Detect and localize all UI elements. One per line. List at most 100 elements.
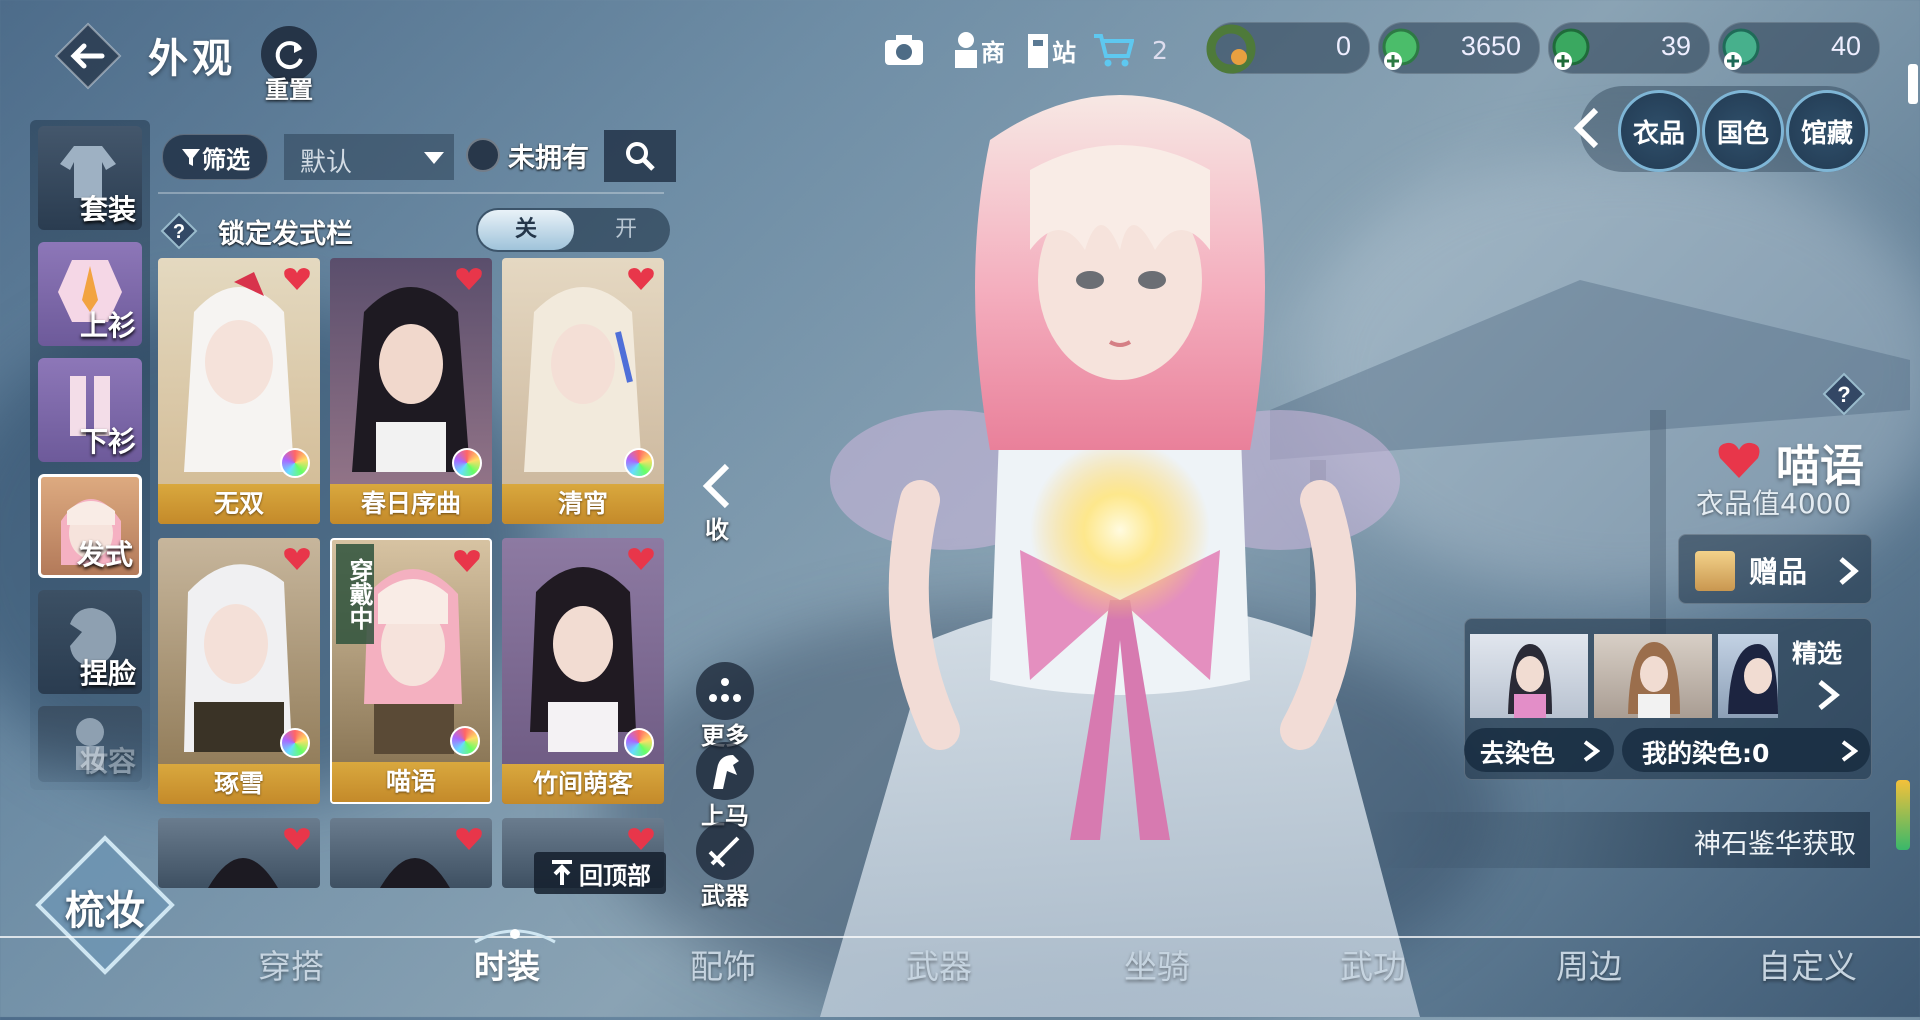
nav-custom[interactable]: 自定义 [1758, 940, 1857, 988]
source-label: 神石鉴华获取 [1694, 829, 1856, 860]
item-card[interactable]: 清宵 [502, 258, 664, 524]
help-icon: ? [1822, 372, 1866, 416]
category-makeup[interactable]: 妆容 [38, 706, 142, 782]
dye-badge-icon [624, 448, 654, 478]
item-name: 无双 [158, 484, 320, 524]
station-button[interactable]: 站 [1020, 22, 1080, 78]
category-face[interactable]: 捏脸 [38, 590, 142, 694]
lock-off-option[interactable]: 关 [478, 210, 574, 250]
lock-on-option[interactable]: 开 [586, 210, 666, 250]
item-name: 琢雪 [158, 764, 320, 804]
cart-count: 2 [1152, 35, 1168, 65]
featured-thumb[interactable] [1594, 634, 1712, 718]
nav-martial-arts[interactable]: 武功 [1340, 940, 1406, 988]
featured-more-button[interactable]: 精选 [1778, 624, 1870, 728]
nav-outfit[interactable]: 穿搭 [258, 940, 324, 988]
favorite-heart-icon[interactable] [452, 548, 482, 574]
camera-button[interactable] [882, 22, 926, 78]
more-button[interactable]: 更多 [694, 662, 756, 751]
edge-marker [1908, 64, 1918, 104]
nav-weapons[interactable]: 武器 [906, 940, 972, 988]
chevron-left-icon [1573, 107, 1599, 149]
not-owned-checkbox[interactable] [466, 138, 500, 172]
sort-dropdown[interactable]: 默认 [284, 134, 454, 180]
gift-avatar-icon [1695, 551, 1735, 591]
gift-button[interactable]: 赠品 [1678, 534, 1872, 604]
item-card[interactable]: 春日序曲 [330, 258, 492, 524]
character-model[interactable] [800, 80, 1440, 1017]
currency-amount: 0 [1335, 31, 1351, 61]
item-card-selected[interactable]: 穿戴中 喵语 [330, 538, 492, 804]
featured-thumb[interactable] [1470, 634, 1588, 718]
item-card[interactable] [158, 818, 320, 888]
page-title: 外观 [148, 36, 236, 82]
currency-teal-coin[interactable]: 40 [1718, 22, 1880, 74]
currency-amount: 3650 [1460, 31, 1521, 61]
currency-green-coin[interactable]: 39 [1548, 22, 1710, 74]
filter-button[interactable]: 筛选 [162, 134, 268, 180]
arrow-up-icon [552, 860, 572, 885]
favorite-heart-icon[interactable] [282, 546, 312, 572]
my-dye-label: 我的染色:0 [1642, 739, 1770, 768]
featured-thumb[interactable] [1718, 634, 1778, 718]
detail-help-button[interactable]: ? [1822, 372, 1866, 416]
currency-jade[interactable]: 0 [1206, 22, 1370, 74]
currency-green-jade[interactable]: 3650 [1378, 22, 1540, 74]
back-button[interactable] [52, 20, 124, 92]
favorite-heart-icon[interactable] [626, 546, 656, 572]
more-dots-icon [709, 678, 741, 702]
shop-button[interactable]: 商 [948, 22, 1008, 78]
favorite-heart-icon[interactable] [626, 826, 656, 852]
category-top[interactable]: 上衫 [38, 242, 142, 346]
nav-peripherals[interactable]: 周边 [1556, 940, 1622, 988]
favorite-heart-icon[interactable] [1716, 440, 1762, 480]
sort-value: 默认 [300, 148, 353, 178]
featured-label: 精选 [1792, 639, 1843, 668]
tab-collection[interactable]: 馆藏 [1786, 90, 1868, 172]
search-button[interactable] [604, 130, 676, 182]
category-hairstyle[interactable]: 发式 [38, 474, 142, 578]
collapse-panel-button[interactable]: 收 [686, 462, 748, 545]
nav-mounts[interactable]: 坐骑 [1124, 940, 1190, 988]
my-dye-button[interactable]: 我的染色:0 [1622, 728, 1870, 772]
item-card[interactable]: 琢雪 [158, 538, 320, 804]
shop-icon [955, 32, 977, 68]
back-to-top-button[interactable]: 回顶部 [534, 852, 666, 894]
cart-button[interactable]: 2 [1092, 22, 1172, 78]
hairstyle-preview [530, 567, 636, 752]
gift-label: 赠品 [1749, 555, 1808, 589]
category-label: 套装 [79, 193, 136, 226]
favorite-heart-icon[interactable] [454, 266, 484, 292]
lock-toggle[interactable]: 关 开 [476, 208, 670, 252]
item-card[interactable]: 竹间萌客 [502, 538, 664, 804]
green-jade-plus-icon [1382, 28, 1420, 70]
refresh-icon [275, 41, 303, 70]
nav-divider [0, 936, 1920, 938]
shop-label: 商 [981, 38, 1005, 67]
mount-button[interactable]: 上马 [694, 742, 756, 831]
remove-dye-button[interactable]: 去染色 [1464, 728, 1614, 772]
category-label: 上衫 [79, 309, 136, 342]
right-tabs-collapse-button[interactable] [1570, 106, 1604, 154]
nav-fashion[interactable]: 时装 [474, 940, 540, 988]
character-thumb [1508, 644, 1552, 718]
hairstyle-preview [184, 564, 292, 752]
weapon-button[interactable]: 武器 [694, 822, 756, 911]
favorite-heart-icon[interactable] [282, 266, 312, 292]
favorite-heart-icon[interactable] [626, 266, 656, 292]
nav-accessories[interactable]: 配饰 [690, 940, 756, 988]
lock-help-button[interactable]: ? [160, 212, 198, 250]
item-card[interactable] [330, 818, 492, 888]
svg-text:?: ? [173, 221, 185, 243]
category-set[interactable]: 套装 [38, 126, 142, 230]
horse-icon [713, 755, 739, 789]
source-banner[interactable]: 神石鉴华获取 [1370, 812, 1870, 868]
reset-button[interactable]: 重置 [256, 26, 322, 104]
collapse-label: 收 [705, 516, 729, 544]
tab-national-color[interactable]: 国色 [1702, 90, 1784, 172]
chevron-right-icon [1583, 740, 1600, 762]
category-bottom[interactable]: 下衫 [38, 358, 142, 462]
tab-attire[interactable]: 衣品 [1618, 90, 1700, 172]
item-card[interactable]: 无双 [158, 258, 320, 524]
sword-icon [708, 836, 740, 868]
